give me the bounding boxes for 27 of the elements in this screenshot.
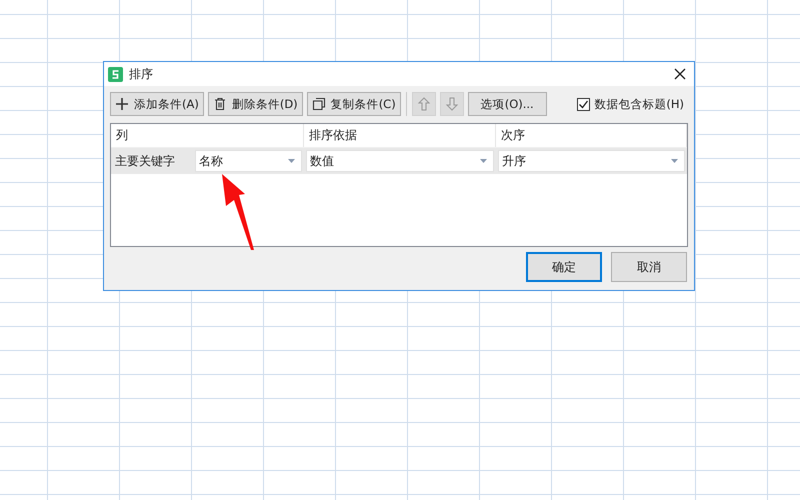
caret-icon [671,159,678,163]
plus-icon [115,97,129,111]
ok-button[interactable]: 确定 [526,252,602,282]
dropdown-field[interactable]: 数值 [306,150,494,172]
column-header: 排序依据 [304,124,496,147]
header-checkbox[interactable]: 数据包含标题(H) [577,96,684,112]
column-header: 列 [111,124,304,147]
up-arrow-icon [416,97,431,111]
copy-icon [312,97,326,111]
add-condition-button[interactable]: 添加条件(A) [110,92,204,116]
trash-icon [212,97,227,111]
checkbox-label: 数据包含标题(H) [594,96,684,112]
copy-condition-button[interactable]: 复制条件(C) [306,92,401,116]
close-icon[interactable] [674,68,686,80]
delete-condition-button[interactable]: 删除条件(D) [208,92,303,116]
dropdown-field[interactable]: 名称 [195,150,302,172]
down-arrow-icon [444,97,459,111]
dropdown-field[interactable]: 升序 [498,150,685,172]
window-title: 排序 [129,66,153,82]
column-header: 次序 [496,124,687,147]
row-label: 主要关键字 [115,152,176,170]
cancel-button[interactable]: 取消 [611,252,687,282]
app-icon [108,66,123,82]
checkbox[interactable] [577,98,590,110]
options-button[interactable]: 选项(O)... [468,92,547,116]
caret-icon [480,159,487,163]
caret-icon [288,159,295,163]
